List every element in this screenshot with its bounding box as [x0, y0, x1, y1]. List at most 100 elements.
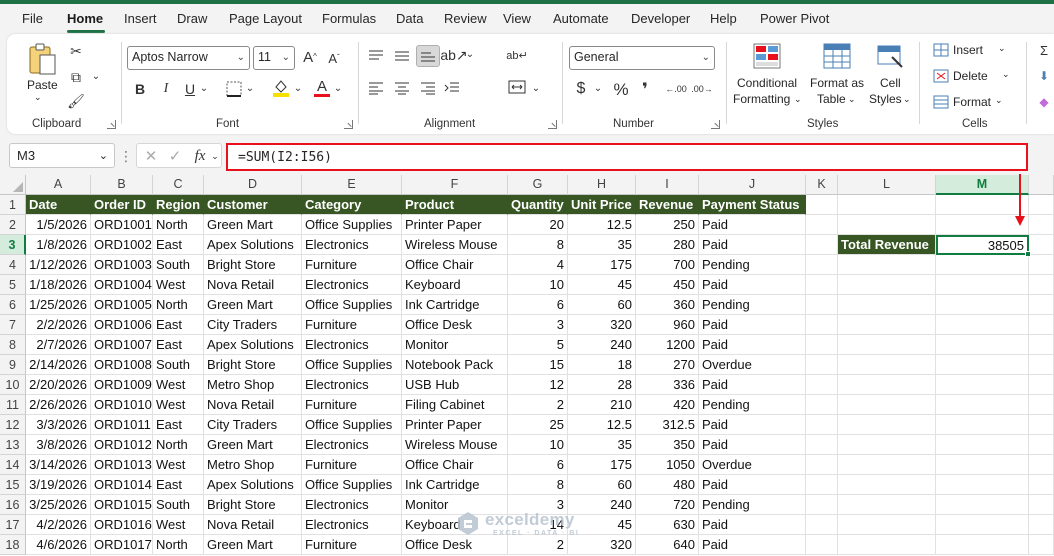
- table-cell[interactable]: 1/12/2026: [26, 255, 91, 275]
- cell[interactable]: [806, 315, 838, 335]
- number-format-select[interactable]: General ⌄: [569, 46, 715, 70]
- table-cell[interactable]: Pending: [699, 295, 806, 315]
- increase-decimal-icon[interactable]: ←.00: [665, 80, 687, 98]
- table-cell[interactable]: Notebook Pack: [402, 355, 508, 375]
- table-cell[interactable]: 2/14/2026: [26, 355, 91, 375]
- table-cell[interactable]: South: [153, 255, 204, 275]
- table-cell[interactable]: Printer Paper: [402, 415, 508, 435]
- column-header-h[interactable]: H: [568, 175, 636, 195]
- table-cell[interactable]: USB Hub: [402, 375, 508, 395]
- table-cell[interactable]: Office Supplies: [302, 415, 402, 435]
- underline-chevron-icon[interactable]: ⌄: [199, 82, 209, 96]
- table-header-cell[interactable]: Date: [26, 195, 91, 215]
- table-cell[interactable]: Furniture: [302, 395, 402, 415]
- table-cell[interactable]: 336: [636, 375, 699, 395]
- format-table-chevron-icon[interactable]: ⌄: [848, 94, 856, 105]
- cell[interactable]: [838, 515, 936, 535]
- column-header-b[interactable]: B: [91, 175, 153, 195]
- table-cell[interactable]: 270: [636, 355, 699, 375]
- table-header-cell[interactable]: Category: [302, 195, 402, 215]
- table-cell[interactable]: 8: [508, 235, 568, 255]
- cell[interactable]: [1029, 515, 1054, 535]
- worksheet-grid[interactable]: A B C D E F G H I J K L M 1 Date Order ID Region Customer…: [0, 175, 1054, 556]
- cell[interactable]: [838, 355, 936, 375]
- insert-chevron-icon[interactable]: ⌄: [998, 43, 1006, 54]
- table-cell[interactable]: Furniture: [302, 255, 402, 275]
- cell[interactable]: [838, 255, 936, 275]
- conditional-formatting-label-2[interactable]: Formatting: [733, 92, 790, 106]
- menu-view[interactable]: View: [503, 11, 531, 26]
- table-cell[interactable]: North: [153, 215, 204, 235]
- table-cell[interactable]: ORD1005: [91, 295, 153, 315]
- conditional-formatting-icon[interactable]: [752, 42, 782, 70]
- cut-icon[interactable]: ✂: [67, 42, 85, 60]
- number-launcher-icon[interactable]: [711, 120, 720, 129]
- row-header-2[interactable]: 2: [0, 215, 26, 235]
- cell-styles-label-2[interactable]: Styles: [869, 92, 902, 106]
- table-cell[interactable]: 420: [636, 395, 699, 415]
- table-cell[interactable]: Paid: [699, 275, 806, 295]
- table-cell[interactable]: 12.5: [568, 415, 636, 435]
- table-cell[interactable]: Wireless Mouse: [402, 235, 508, 255]
- table-cell[interactable]: Office Supplies: [302, 295, 402, 315]
- paste-icon[interactable]: [25, 41, 59, 77]
- cell[interactable]: [1029, 535, 1054, 555]
- total-revenue-value[interactable]: 38505: [936, 235, 1029, 255]
- fill-handle[interactable]: [1025, 251, 1031, 257]
- cell[interactable]: [936, 535, 1029, 555]
- underline-icon[interactable]: U: [183, 80, 197, 98]
- table-cell[interactable]: East: [153, 475, 204, 495]
- table-cell[interactable]: ORD1010: [91, 395, 153, 415]
- row-header-4[interactable]: 4: [0, 255, 26, 275]
- table-cell[interactable]: Overdue: [699, 355, 806, 375]
- table-cell[interactable]: Office Supplies: [302, 215, 402, 235]
- table-cell[interactable]: Green Mart: [204, 215, 302, 235]
- menu-help[interactable]: Help: [710, 11, 737, 26]
- table-cell[interactable]: Bright Store: [204, 255, 302, 275]
- table-cell[interactable]: 350: [636, 435, 699, 455]
- table-cell[interactable]: Paid: [699, 335, 806, 355]
- cell[interactable]: [1029, 475, 1054, 495]
- table-cell[interactable]: 2: [508, 535, 568, 555]
- table-header-cell[interactable]: Order ID: [91, 195, 153, 215]
- percent-icon[interactable]: %: [611, 79, 631, 99]
- table-header-cell[interactable]: Revenue: [636, 195, 699, 215]
- table-cell[interactable]: Paid: [699, 375, 806, 395]
- table-cell[interactable]: Office Supplies: [302, 355, 402, 375]
- cell[interactable]: [1029, 215, 1054, 235]
- cell[interactable]: [936, 375, 1029, 395]
- cell[interactable]: [806, 255, 838, 275]
- table-cell[interactable]: 1/8/2026: [26, 235, 91, 255]
- cell[interactable]: [838, 275, 936, 295]
- table-cell[interactable]: ORD1002: [91, 235, 153, 255]
- currency-chevron-icon[interactable]: ⌄: [593, 82, 603, 96]
- cell[interactable]: [1029, 315, 1054, 335]
- delete-cells-icon[interactable]: [932, 68, 950, 84]
- table-cell[interactable]: City Traders: [204, 315, 302, 335]
- table-cell[interactable]: Metro Shop: [204, 375, 302, 395]
- cell[interactable]: [936, 335, 1029, 355]
- table-cell[interactable]: 3/14/2026: [26, 455, 91, 475]
- table-cell[interactable]: Pending: [699, 395, 806, 415]
- table-cell[interactable]: ORD1016: [91, 515, 153, 535]
- table-cell[interactable]: ORD1006: [91, 315, 153, 335]
- table-cell[interactable]: 18: [568, 355, 636, 375]
- cell[interactable]: [936, 475, 1029, 495]
- cell[interactable]: [806, 215, 838, 235]
- cell[interactable]: [1029, 455, 1054, 475]
- table-cell[interactable]: Office Chair: [402, 455, 508, 475]
- table-cell[interactable]: Wireless Mouse: [402, 435, 508, 455]
- table-cell[interactable]: 2/2/2026: [26, 315, 91, 335]
- decrease-decimal-icon[interactable]: .00→: [691, 80, 713, 98]
- fx-chevron-icon[interactable]: ⌄: [211, 149, 219, 163]
- fill-icon[interactable]: ⬇: [1037, 68, 1051, 84]
- cell[interactable]: [936, 415, 1029, 435]
- menu-automate[interactable]: Automate: [553, 11, 609, 26]
- table-cell[interactable]: 210: [568, 395, 636, 415]
- table-cell[interactable]: ORD1014: [91, 475, 153, 495]
- bold-icon[interactable]: B: [133, 80, 147, 98]
- table-cell[interactable]: West: [153, 375, 204, 395]
- table-cell[interactable]: Office Desk: [402, 315, 508, 335]
- column-header-c[interactable]: C: [153, 175, 204, 195]
- clear-icon[interactable]: ◆: [1037, 94, 1051, 110]
